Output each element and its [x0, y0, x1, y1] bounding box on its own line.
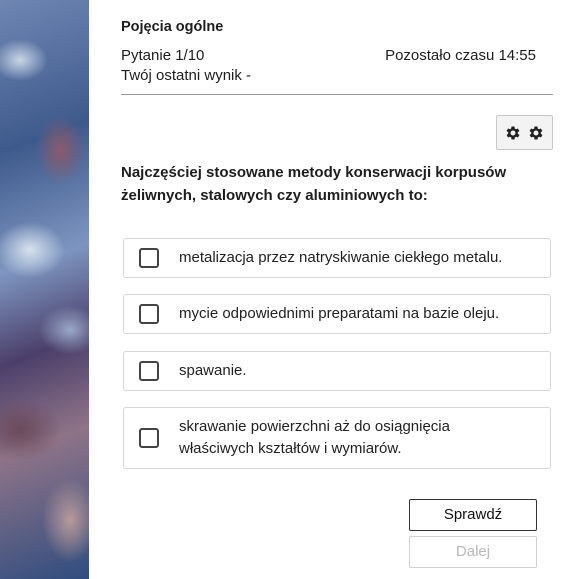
answer-checkbox[interactable] — [139, 361, 159, 381]
settings-toolbar — [496, 115, 553, 150]
gear-icon[interactable] — [527, 124, 545, 142]
answer-option[interactable]: spawanie. — [123, 351, 551, 391]
answer-checkbox[interactable] — [139, 248, 159, 268]
answer-checkbox[interactable] — [139, 428, 159, 448]
answer-option[interactable]: skrawanie powierzchni aż do osiągnięcia … — [123, 407, 551, 469]
answer-label: spawanie. — [179, 362, 247, 379]
decorative-side-image — [0, 0, 89, 579]
check-button[interactable]: Sprawdź — [409, 499, 537, 531]
answer-option[interactable]: mycie odpowiednimi preparatami na bazie … — [123, 294, 551, 334]
question-counter: Pytanie 1/10 — [121, 47, 205, 64]
answer-label: skrawanie powierzchni aż do osiągnięcia … — [179, 418, 450, 457]
question-text: Najczęściej stosowane metody konserwacji… — [121, 164, 507, 204]
gear-icon[interactable] — [504, 124, 522, 142]
answer-label: metalizacja przez natryskiwanie ciekłego… — [179, 249, 503, 266]
answer-checkbox[interactable] — [139, 304, 159, 324]
answer-label: mycie odpowiednimi preparatami na bazie … — [179, 305, 500, 322]
answer-option[interactable]: metalizacja przez natryskiwanie ciekłego… — [123, 238, 551, 278]
header-divider — [121, 94, 553, 95]
last-score: Twój ostatni wynik - — [121, 67, 252, 84]
section-title: Pojęcia ogólne — [121, 19, 224, 35]
time-remaining: Pozostało czasu 14:55 — [385, 47, 536, 64]
next-button[interactable]: Dalej — [409, 536, 537, 568]
